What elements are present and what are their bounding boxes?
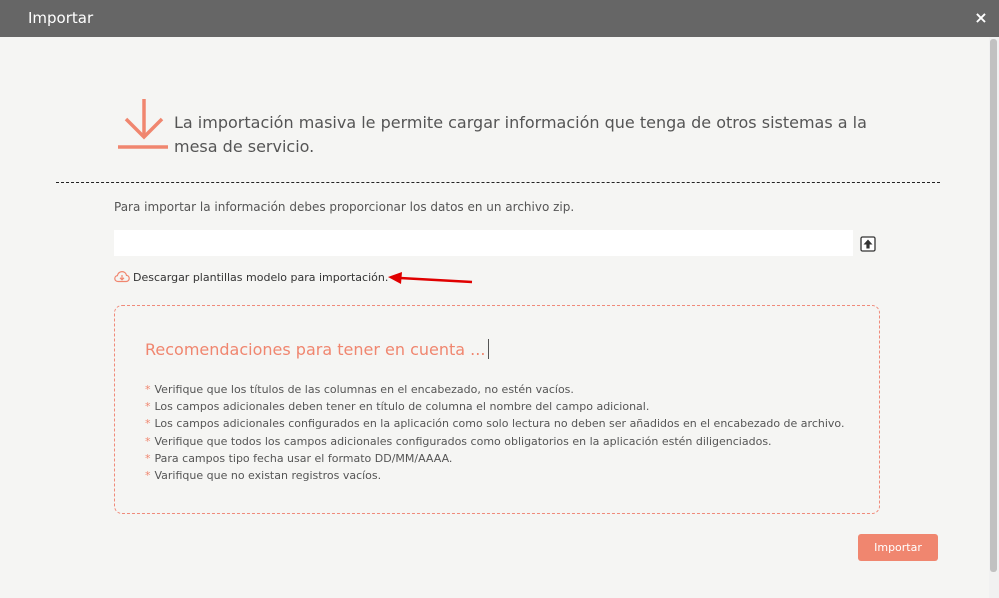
bullet-marker: * bbox=[145, 400, 151, 414]
bullet-marker: * bbox=[145, 383, 151, 396]
list-item: * Los campos adicionales deben tener en t… bbox=[145, 400, 650, 414]
text-caret bbox=[488, 339, 490, 359]
list-item: * Para campos tipo fecha usar el formato … bbox=[145, 451, 453, 465]
vertical-scrollbar[interactable] bbox=[989, 37, 999, 598]
import-dialog: Importar × La importación masiva le perm… bbox=[0, 0, 999, 598]
file-path-input[interactable] bbox=[114, 230, 853, 256]
import-description: La importación masiva le permite cargar … bbox=[174, 113, 867, 156]
close-icon: × bbox=[974, 8, 988, 27]
download-arrow-icon bbox=[118, 99, 168, 149]
recommendations-box: Recomendaciones para tener en cuenta ...… bbox=[114, 305, 880, 514]
dialog-titlebar: Importar × bbox=[0, 0, 999, 37]
bullet-marker: * bbox=[145, 469, 151, 483]
list-item: * Varifique que no existan registros vací… bbox=[145, 469, 382, 483]
bullet-marker: * bbox=[145, 434, 151, 448]
import-button[interactable]: Importar bbox=[858, 534, 938, 561]
annotation-arrow-icon bbox=[388, 272, 473, 284]
scrollbar-thumb[interactable] bbox=[990, 39, 997, 572]
list-item: * Verifique que todos los campos adiciona… bbox=[145, 434, 772, 448]
section-divider bbox=[56, 182, 940, 183]
upload-instruction: Para importar la información debes propo… bbox=[114, 200, 575, 214]
download-templates-label: Descargar plantillas modelo para importa… bbox=[133, 270, 389, 284]
recommendations-title: Recomendaciones para tener en cuenta ... bbox=[145, 339, 490, 359]
cloud-download-icon bbox=[114, 270, 130, 283]
bullet-marker: * bbox=[145, 417, 151, 431]
dialog-title: Importar bbox=[28, 9, 94, 27]
list-item: * Los campos adicionales configurados en … bbox=[145, 417, 845, 431]
upload-arrow-icon[interactable] bbox=[860, 236, 876, 252]
list-item: * Verifique que los títulos de las column… bbox=[145, 383, 574, 396]
close-button[interactable]: × bbox=[972, 7, 990, 29]
bullet-marker: * bbox=[145, 451, 151, 465]
download-templates-link[interactable]: Descargar plantillas modelo para importa… bbox=[114, 268, 388, 286]
recommendations-list: * Verifique que los títulos de las column… bbox=[145, 381, 844, 484]
